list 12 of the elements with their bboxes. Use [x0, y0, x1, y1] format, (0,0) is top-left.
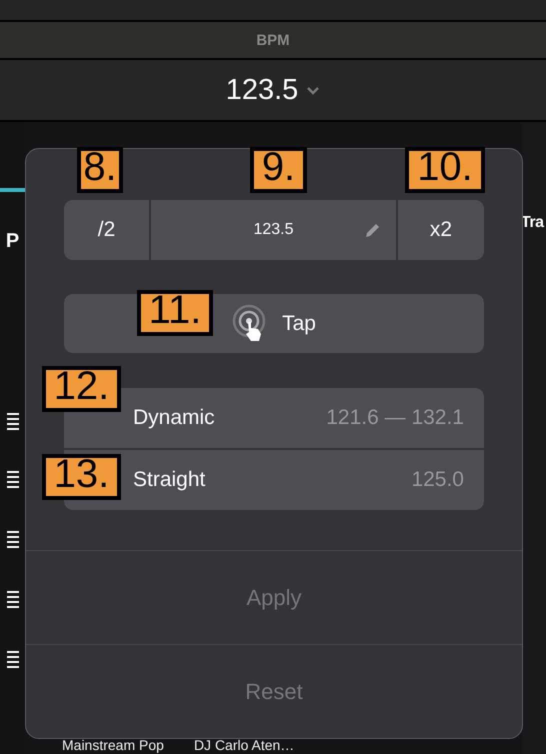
- column-heading: Tra: [521, 214, 544, 232]
- callout-tooltip: 12.: [42, 366, 121, 412]
- track-title: Mainstream Pop: [62, 737, 164, 753]
- sidebar-letter: P: [6, 230, 20, 253]
- callout-tooltip: 10.: [405, 147, 485, 193]
- bpm-field-value: 123.5: [253, 221, 294, 239]
- bpm-label: BPM: [256, 32, 290, 48]
- callout-tooltip: 13.: [42, 454, 121, 500]
- track-artist: DJ Carlo Aten…: [194, 737, 294, 753]
- callout-tooltip: 9.: [250, 147, 307, 193]
- callout-tooltip: 11.: [137, 290, 213, 336]
- callout-tooltip: 8.: [77, 147, 123, 193]
